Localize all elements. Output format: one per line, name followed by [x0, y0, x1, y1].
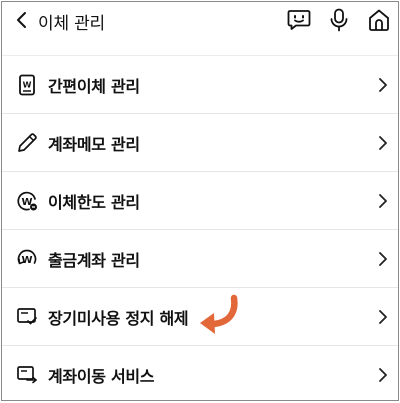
annotation-arrow-icon — [200, 294, 238, 334]
dormant-account-icon — [16, 306, 38, 328]
menu-item-label: 계좌이동 서비스 — [48, 366, 155, 386]
menu-item-label: 계좌메모 관리 — [48, 134, 140, 154]
header-actions — [286, 7, 392, 33]
menu-item-transfer-limit[interactable]: W 이체한도 관리 — [2, 172, 398, 230]
chevron-right-icon — [376, 134, 390, 152]
withdraw-account-icon: W — [16, 248, 38, 270]
chevron-right-icon — [376, 76, 390, 94]
menu-item-withdraw-account[interactable]: W 출금계좌 관리 — [2, 230, 398, 288]
back-icon[interactable] — [10, 8, 32, 32]
limit-won-icon: W — [16, 190, 38, 212]
menu-item-easy-transfer[interactable]: W 간편이체 관리 — [2, 56, 398, 114]
chevron-right-icon — [376, 250, 390, 268]
easy-transfer-icon: W — [16, 74, 38, 96]
home-icon[interactable] — [366, 7, 392, 33]
menu-item-account-memo[interactable]: 계좌메모 관리 — [2, 114, 398, 172]
chevron-right-icon — [376, 308, 390, 326]
menu-item-label: 이체한도 관리 — [48, 192, 140, 212]
app-screen: 이체 관리 W 간편이체 관리 계좌메모 관리 W 이체한도 관리 W 출금계좌… — [1, 1, 399, 401]
menu-item-account-switch[interactable]: 계좌이동 서비스 — [2, 346, 398, 400]
account-transfer-icon — [16, 364, 38, 386]
chatbot-icon[interactable] — [286, 7, 312, 33]
menu-item-label: 장기미사용 정지 해제 — [48, 308, 189, 328]
microphone-icon[interactable] — [326, 7, 352, 33]
page-title: 이체 관리 — [38, 14, 105, 34]
chevron-right-icon — [376, 366, 390, 384]
top-bar: 이체 관리 — [2, 2, 398, 38]
chevron-right-icon — [376, 192, 390, 210]
svg-text:W: W — [21, 255, 32, 266]
menu-item-label: 간편이체 관리 — [48, 76, 140, 96]
svg-text:W: W — [23, 80, 32, 89]
pencil-icon — [16, 132, 38, 154]
transfer-menu-list: W 간편이체 관리 계좌메모 관리 W 이체한도 관리 W 출금계좌 관리 장기… — [2, 56, 398, 400]
menu-item-label: 출금계좌 관리 — [48, 250, 140, 270]
